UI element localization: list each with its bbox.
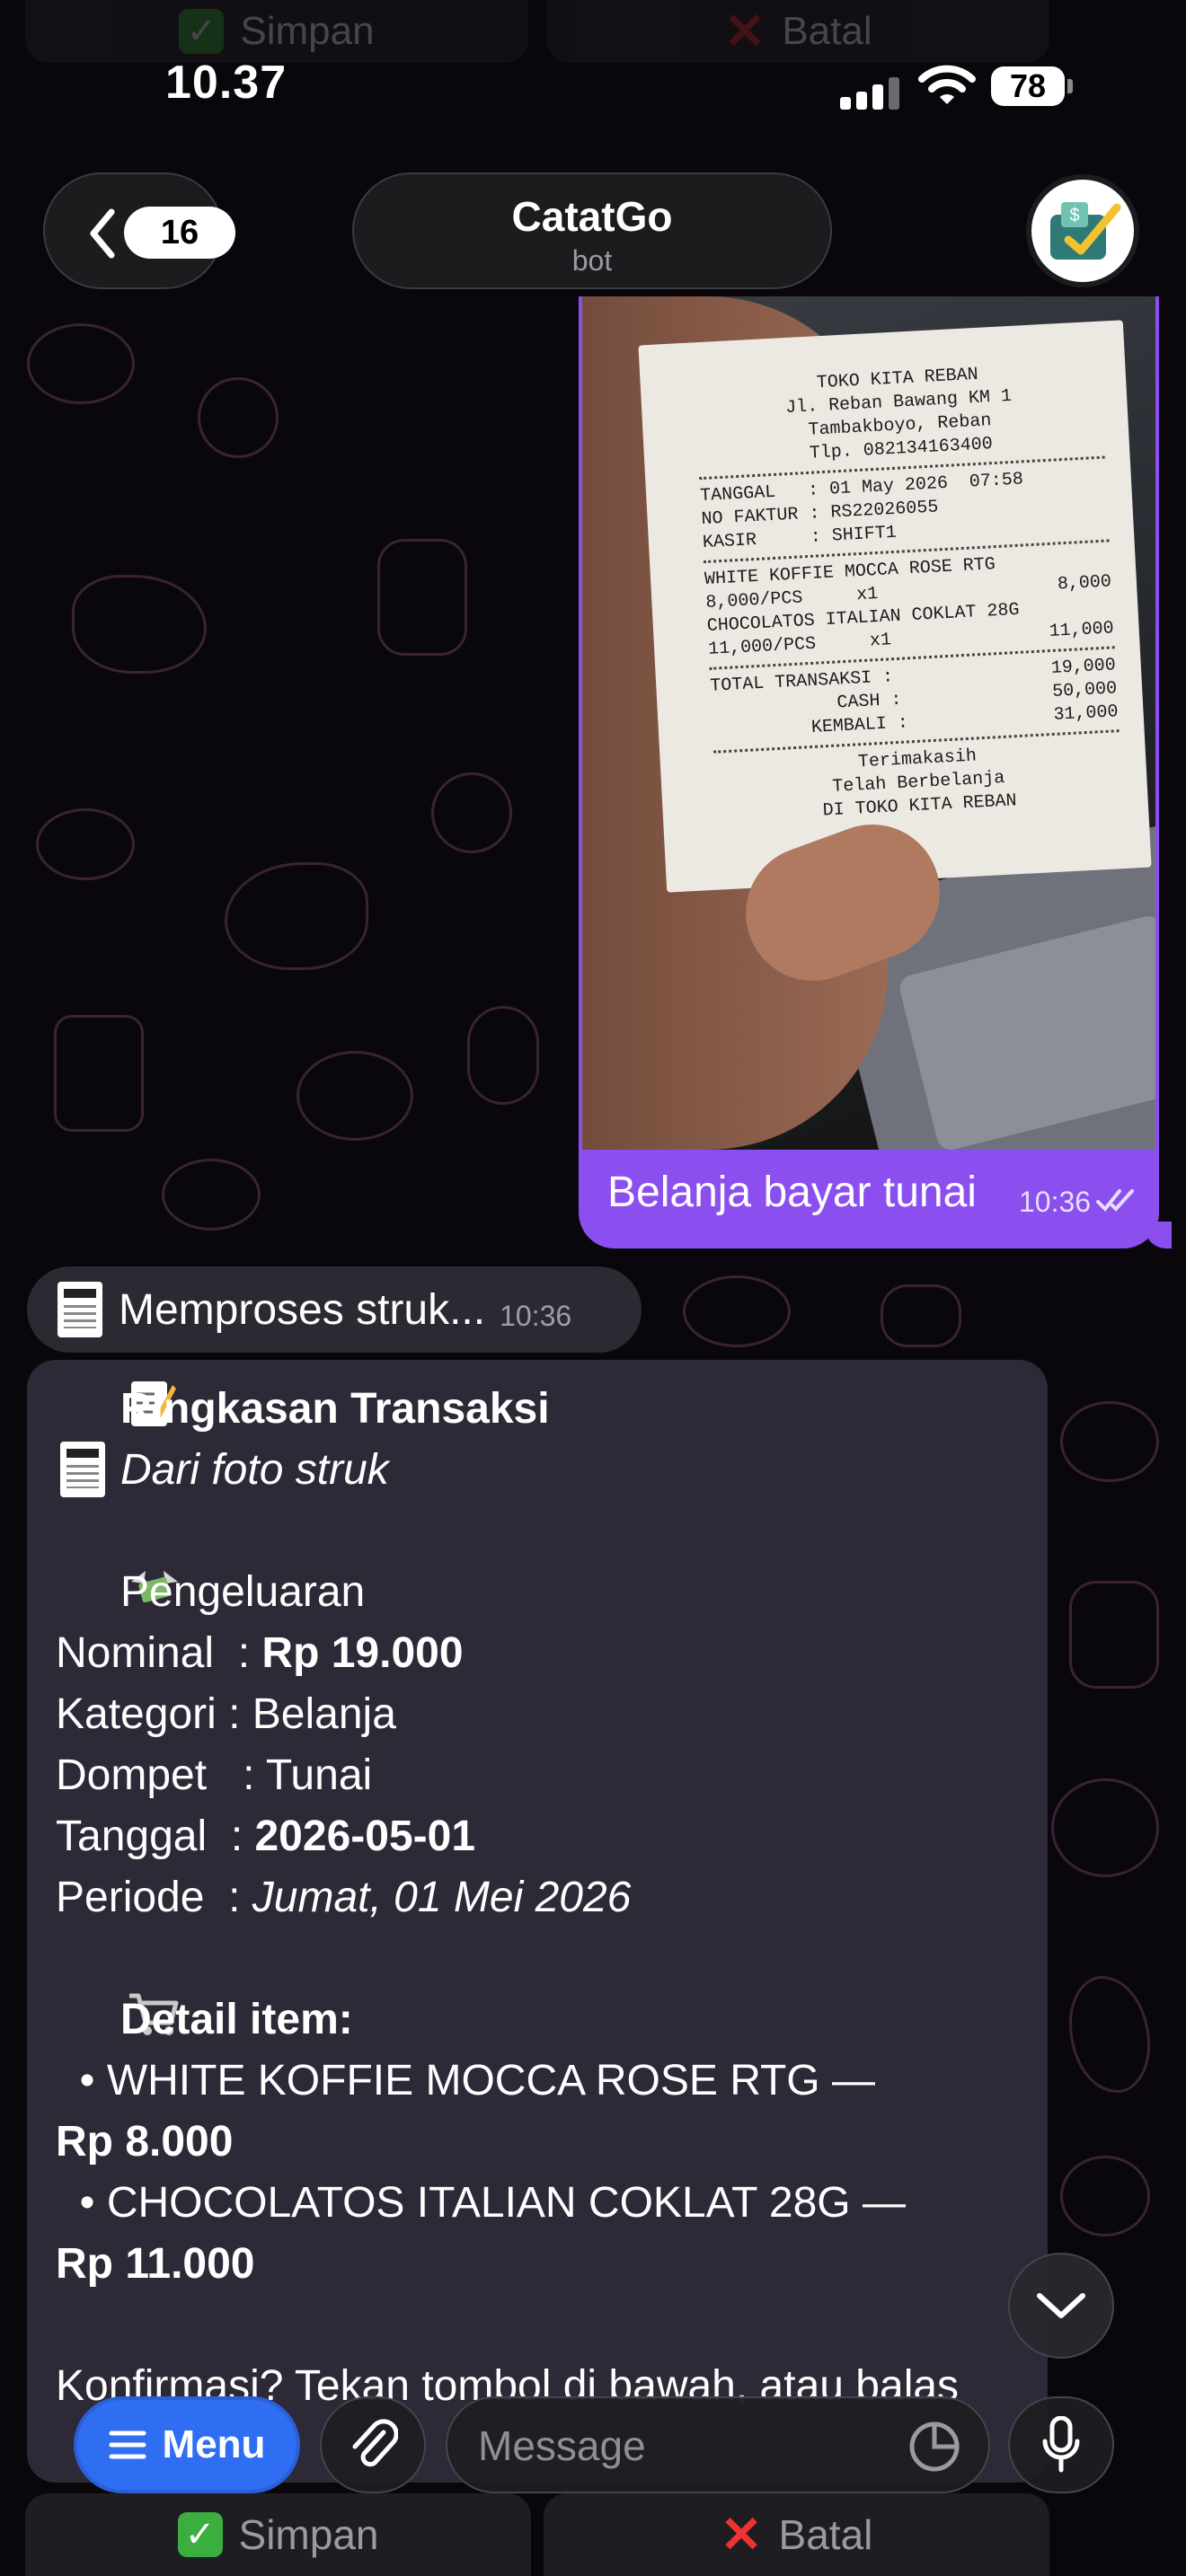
outgoing-photo-message[interactable]: TOKO KITA REBAN Jl. Reban Bawang KM 1 Ta… [579, 296, 1172, 1248]
chat-subtitle: bot [571, 244, 613, 277]
bot-avatar[interactable]: $ [1026, 174, 1139, 287]
summary-section: Pengeluaran [56, 1561, 1048, 1622]
summary-subtitle: Dari foto struk [56, 1439, 1048, 1500]
message-input[interactable] [478, 2416, 873, 2475]
periode-row: Periode : Jumat, 01 Mei 2026 [56, 1873, 632, 1921]
dompet-row: Dompet : Tunai [56, 1751, 373, 1799]
chevron-down-icon [1037, 2293, 1085, 2318]
nominal-row: Nominal : Rp 19.000 [56, 1628, 464, 1677]
detail-title: Detail item: [56, 1989, 1048, 2050]
receipt-photo[interactable]: TOKO KITA REBAN Jl. Reban Bawang KM 1 Ta… [582, 296, 1155, 1150]
menu-button[interactable]: Menu [74, 2396, 300, 2493]
receipt-icon [58, 1282, 102, 1337]
hamburger-icon [109, 2430, 146, 2459]
kategori-row: Kategori : Belanja [56, 1689, 396, 1738]
chevron-left-icon [90, 208, 115, 259]
tanggal-row: Tanggal : 2026-05-01 [56, 1812, 476, 1860]
status-bar: 10.37 78 [0, 0, 1186, 171]
clock: 10.37 [165, 57, 288, 109]
battery-icon: 78 [991, 66, 1065, 106]
message-time: 10:36 [500, 1299, 572, 1332]
mic-button[interactable] [1008, 2396, 1114, 2493]
signal-icon [840, 77, 899, 110]
double-check-icon [1096, 1189, 1134, 1212]
wallet-check-icon: $ [1050, 202, 1121, 260]
item-1-price: Rp 8.000 [56, 2117, 234, 2166]
summary-title: Ringkasan Transaksi [56, 1378, 1048, 1439]
receipt-paper: TOKO KITA REBAN Jl. Reban Bawang KM 1 Ta… [638, 320, 1152, 893]
unread-count-badge: 16 [124, 207, 235, 259]
item-2: • CHOCOLATOS ITALIAN COKLAT 28G — [56, 2178, 906, 2227]
processing-message[interactable]: Memproses struk... 10:36 [27, 1266, 642, 1353]
paperclip-icon [352, 2419, 398, 2467]
save-button[interactable]: ✓ Simpan [25, 2493, 531, 2576]
item-1: • WHITE KOFFIE MOCCA ROSE RTG — [56, 2056, 875, 2104]
item-2-price: Rp 11.000 [56, 2239, 255, 2288]
chat-name: CatatGo [511, 193, 673, 240]
inline-keyboard: ✓ Simpan ✕ Batal [25, 2493, 1049, 2576]
message-time: 10:36 [1019, 1186, 1092, 1218]
attach-button[interactable] [320, 2396, 426, 2493]
processing-text: Memproses struk... [119, 1285, 486, 1334]
svg-text:$: $ [1069, 206, 1079, 225]
transaction-summary-message[interactable]: Ringkasan Transaksi Dari foto struk Peng… [27, 1360, 1048, 2483]
cancel-button[interactable]: ✕ Batal [544, 2493, 1049, 2576]
message-input-container[interactable] [446, 2396, 990, 2493]
sticker-icon[interactable] [907, 2420, 961, 2474]
receipt-icon [60, 1442, 105, 1497]
scroll-down-button[interactable] [1008, 2253, 1114, 2359]
chat-title[interactable]: CatatGo bot [352, 172, 832, 289]
wifi-icon [918, 65, 976, 104]
microphone-icon [1042, 2416, 1080, 2473]
message-caption: Belanja bayar tunai [607, 1169, 977, 1216]
back-button[interactable]: 16 [43, 172, 235, 289]
